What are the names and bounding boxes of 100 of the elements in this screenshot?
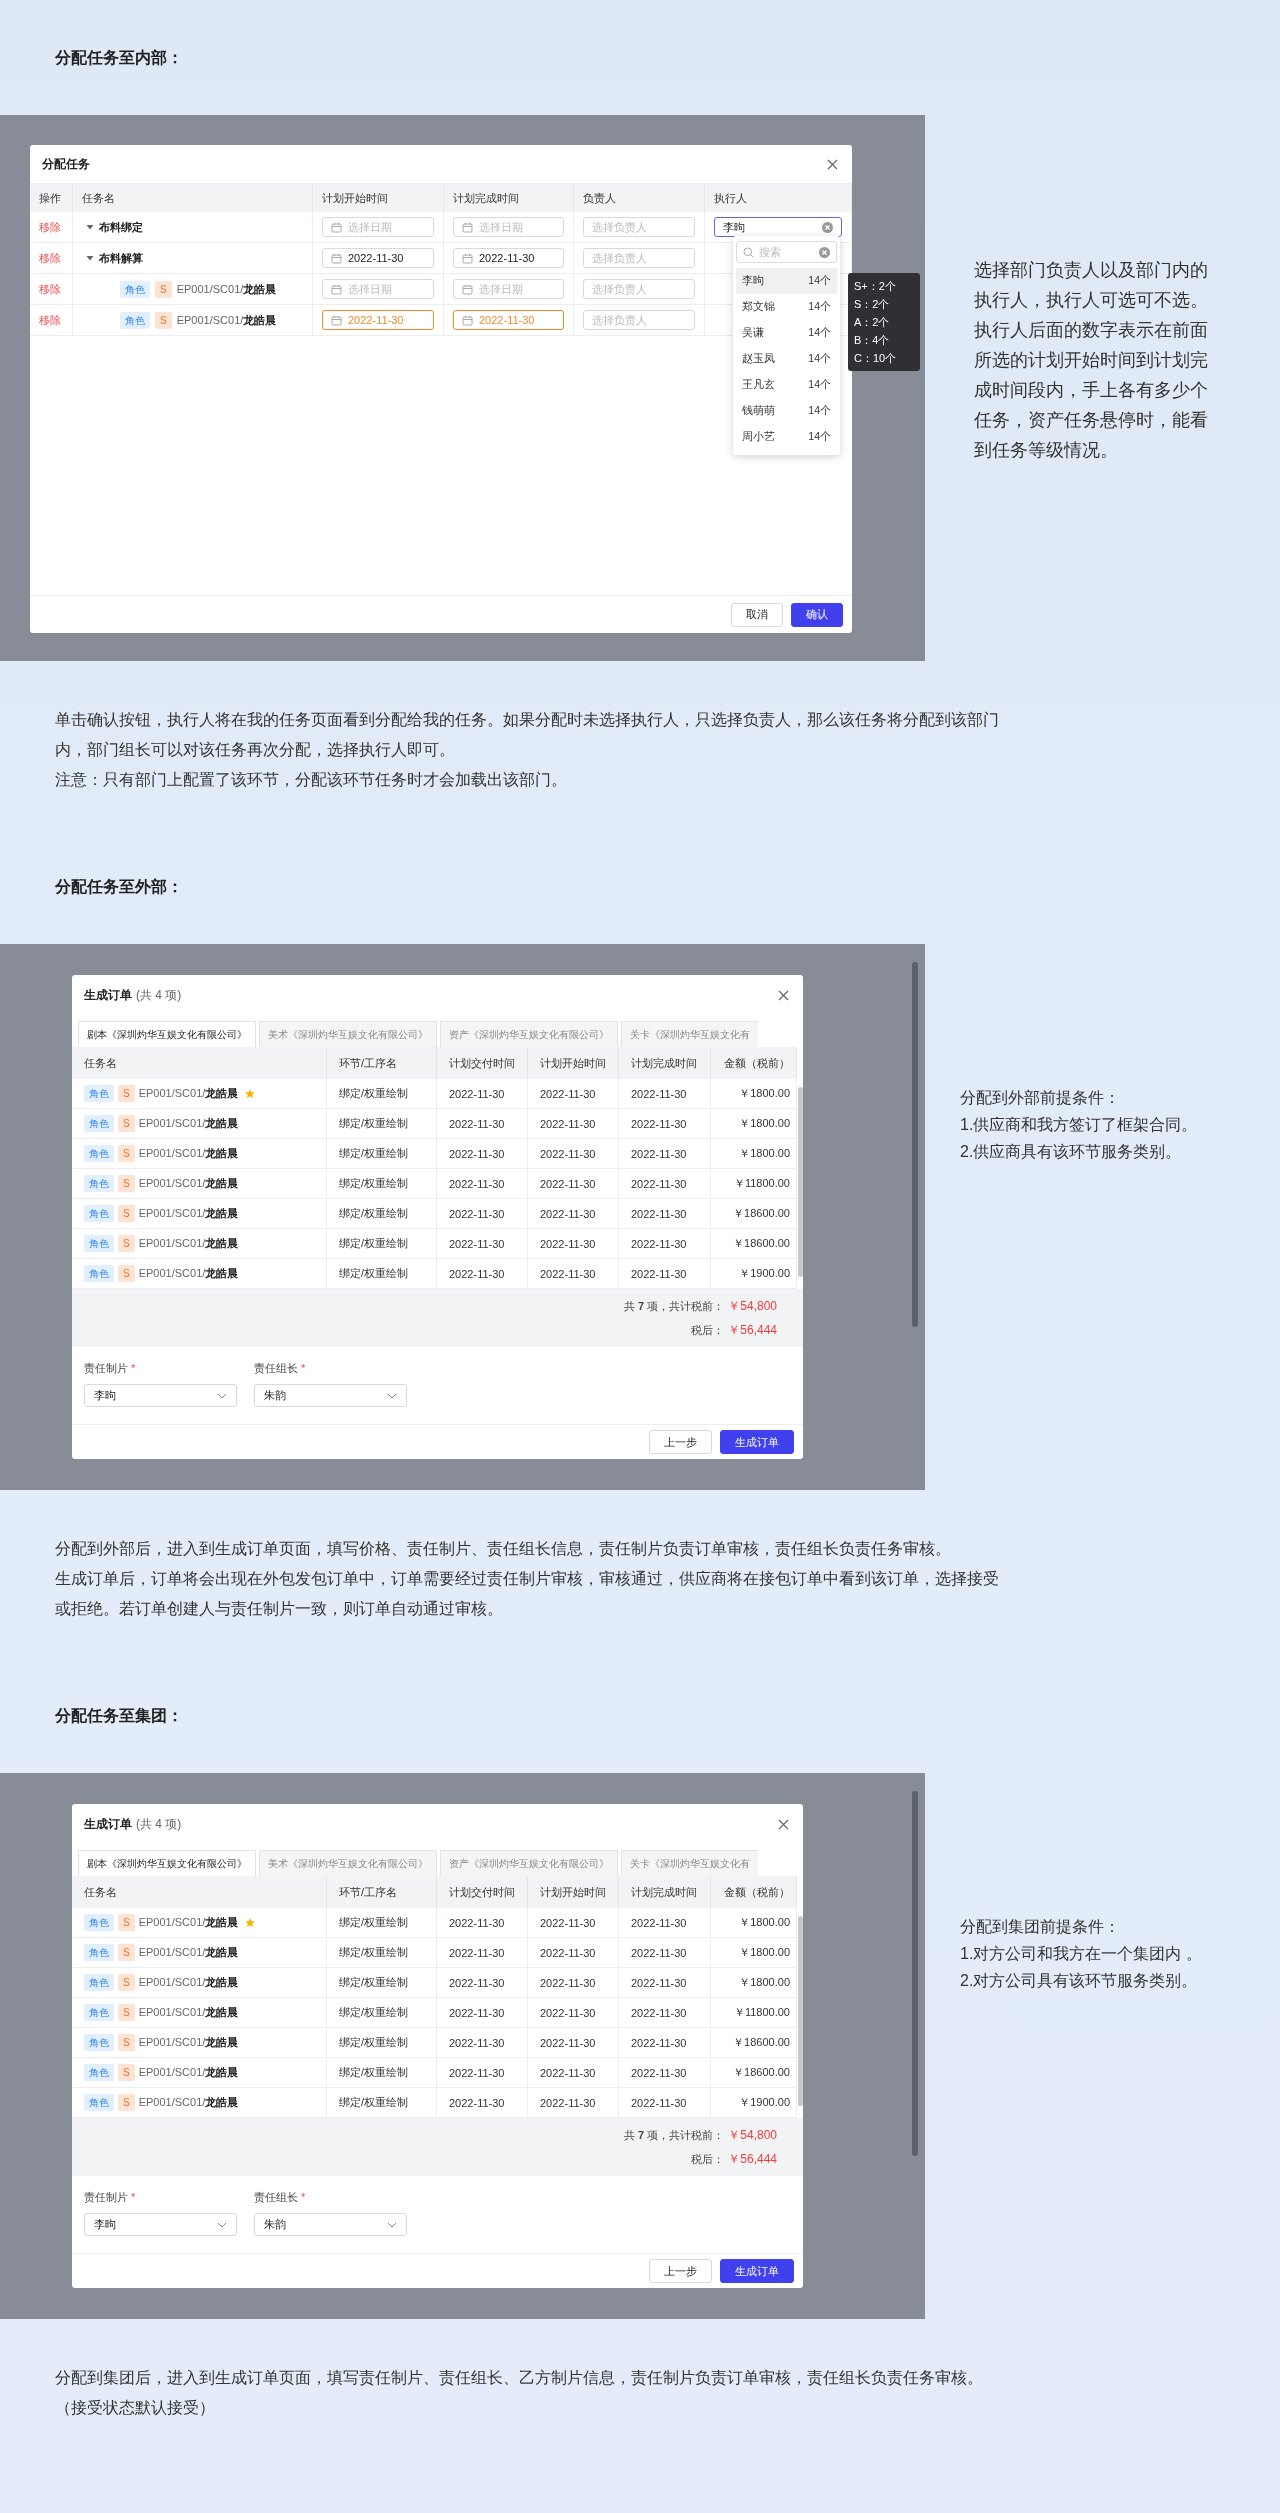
- table-cell: 2022-11-30: [437, 1199, 528, 1229]
- tab[interactable]: 美术《深圳灼华互娱文化有限公司》: [259, 1021, 437, 1047]
- grade-tag: S: [118, 1944, 135, 1961]
- table-cell: 绑定/权重绘制: [327, 1998, 437, 2028]
- tab[interactable]: 美术《深圳灼华互娱文化有限公司》: [259, 1850, 437, 1876]
- menu-item[interactable]: 周小艺 14个: [736, 424, 837, 450]
- group-name: 布料绑定: [99, 219, 143, 235]
- calendar-icon: [331, 221, 342, 233]
- grade-tag: S: [118, 1145, 135, 1162]
- category-tag: 角色: [84, 1265, 114, 1282]
- tab[interactable]: 剧本《深圳灼华互娱文化有限公司》: [78, 1850, 256, 1876]
- menu-item[interactable]: 赵玉凤 14个: [736, 346, 837, 372]
- task-name: EP001/SC01/龙皓晨: [138, 1236, 239, 1251]
- menu-item[interactable]: 郑文锦 14个: [736, 294, 837, 320]
- column-header: 操作: [30, 184, 73, 212]
- select-field[interactable]: 李昫: [84, 2213, 237, 2236]
- tab[interactable]: 资产《深圳灼华互娱文化有限公司》: [440, 1021, 618, 1047]
- primary-button[interactable]: 生成订单: [720, 1430, 794, 1454]
- table-cell: 2022-11-30: [528, 1109, 619, 1139]
- scrollbar[interactable]: [912, 1791, 918, 2156]
- dialog-title: 分配任务: [42, 155, 90, 173]
- table-cell: 2022-11-30: [437, 1079, 528, 1109]
- table-cell: 2022-11-30: [437, 1938, 528, 1968]
- category-tag: 角色: [84, 1085, 114, 1102]
- primary-button[interactable]: 确认: [791, 602, 843, 627]
- table-cell: 2022-11-30: [528, 1908, 619, 1938]
- column-header: 环节/工序名: [327, 1876, 437, 1908]
- search-icon: [743, 246, 754, 258]
- table-cell: ￥1800.00: [711, 1968, 797, 1998]
- category-tag: 角色: [84, 2064, 114, 2081]
- caret-icon[interactable]: [86, 254, 94, 262]
- tooltip-line: S：2个: [854, 297, 891, 312]
- column-header: 任务名: [73, 184, 313, 212]
- date-field[interactable]: 2022-11-30: [453, 248, 564, 268]
- calendar-icon: [462, 252, 473, 264]
- grade-tag: S: [118, 2004, 135, 2021]
- category-tag: 角色: [84, 1175, 114, 1192]
- tooltip-line: C：10个: [854, 351, 898, 366]
- table-cell: 2022-11-30: [619, 1908, 711, 1938]
- column-header: 计划完成时间: [619, 1876, 711, 1908]
- close-icon[interactable]: [778, 989, 789, 1001]
- clear-icon[interactable]: [822, 221, 833, 233]
- task-name: EP001/SC01/龙皓晨: [138, 1146, 239, 1161]
- menu-item[interactable]: 李昫 14个: [736, 268, 837, 294]
- table-cell: ￥18600.00: [711, 1229, 797, 1259]
- task-name: EP001/SC01/龙皓晨: [138, 1975, 239, 1990]
- table-cell: 2022-11-30: [619, 1938, 711, 1968]
- tab[interactable]: 剧本《深圳灼华互娱文化有限公司》: [78, 1021, 256, 1047]
- remove-link[interactable]: 移除: [39, 281, 61, 297]
- menu-item[interactable]: 吴谦 14个: [736, 320, 837, 346]
- grade-tag: S: [118, 1115, 135, 1132]
- grade-tag: S: [118, 1235, 135, 1252]
- field-label: 责任制片 *: [84, 2190, 137, 2205]
- tab[interactable]: 关卡《深圳灼华互娱文化有: [621, 1021, 758, 1047]
- select-field[interactable]: 朱韵: [254, 2213, 407, 2236]
- grade-tag: S: [118, 1205, 135, 1222]
- caret-icon[interactable]: [86, 223, 94, 231]
- table-cell: 绑定/权重绘制: [327, 1938, 437, 1968]
- menu-item[interactable]: 王凡玄 14个: [736, 372, 837, 398]
- task-name: EP001/SC01/龙皓晨: [138, 2095, 239, 2110]
- scrollbar[interactable]: [912, 962, 918, 1327]
- remove-link[interactable]: 移除: [39, 312, 61, 328]
- table-cell: ￥18600.00: [711, 1199, 797, 1229]
- secondary-button[interactable]: 取消: [731, 602, 783, 627]
- clear-icon[interactable]: [819, 246, 830, 258]
- remove-link[interactable]: 移除: [39, 219, 61, 235]
- table-cell: ￥18600.00: [711, 2028, 797, 2058]
- close-icon[interactable]: [827, 158, 838, 170]
- summary-text: 税后：: [691, 2151, 725, 2167]
- column-header: 计划交付时间: [437, 1047, 528, 1079]
- column-header: 金额（税前）: [711, 1876, 797, 1908]
- scrollbar[interactable]: [798, 1087, 803, 1277]
- tab[interactable]: 关卡《深圳灼华互娱文化有: [621, 1850, 758, 1876]
- secondary-button[interactable]: 上一步: [649, 1430, 712, 1454]
- select-field[interactable]: 李昫: [84, 1384, 237, 1407]
- secondary-button[interactable]: 上一步: [649, 2259, 712, 2283]
- select-field[interactable]: 朱韵: [254, 1384, 407, 1407]
- date-field[interactable]: 2022-11-30: [322, 248, 434, 268]
- table-cell: 2022-11-30: [437, 1998, 528, 2028]
- grade-tag: S: [118, 1175, 135, 1192]
- task-name: EP001/SC01/龙皓晨: [176, 281, 277, 297]
- table-cell: 2022-11-30: [437, 1139, 528, 1169]
- field-label: 责任组长 *: [254, 1361, 307, 1376]
- task-name: EP001/SC01/龙皓晨: [138, 1116, 239, 1131]
- close-icon[interactable]: [778, 1818, 789, 1830]
- table-cell: 绑定/权重绘制: [327, 1229, 437, 1259]
- remove-link[interactable]: 移除: [39, 250, 61, 266]
- table-cell: ￥1800.00: [711, 1109, 797, 1139]
- column-header: 计划完成时间: [619, 1047, 711, 1079]
- primary-button[interactable]: 生成订单: [720, 2259, 794, 2283]
- column-header: 金额（税前）: [711, 1047, 797, 1079]
- menu-item[interactable]: 钱萌萌 14个: [736, 398, 837, 424]
- tab[interactable]: 资产《深圳灼华互娱文化有限公司》: [440, 1850, 618, 1876]
- column-header: 任务名: [72, 1876, 327, 1908]
- table-cell: 2022-11-30: [619, 1169, 711, 1199]
- field-label: 责任组长 *: [254, 2190, 307, 2205]
- category-tag: 角色: [84, 1914, 114, 1931]
- table-cell: 2022-11-30: [619, 1199, 711, 1229]
- scrollbar[interactable]: [798, 1916, 803, 2106]
- side-note: 分配到集团前提条件： 1.对方公司和我方在一个集团内 。 2.对方公司具有该环节服务类别。: [960, 1917, 1202, 1991]
